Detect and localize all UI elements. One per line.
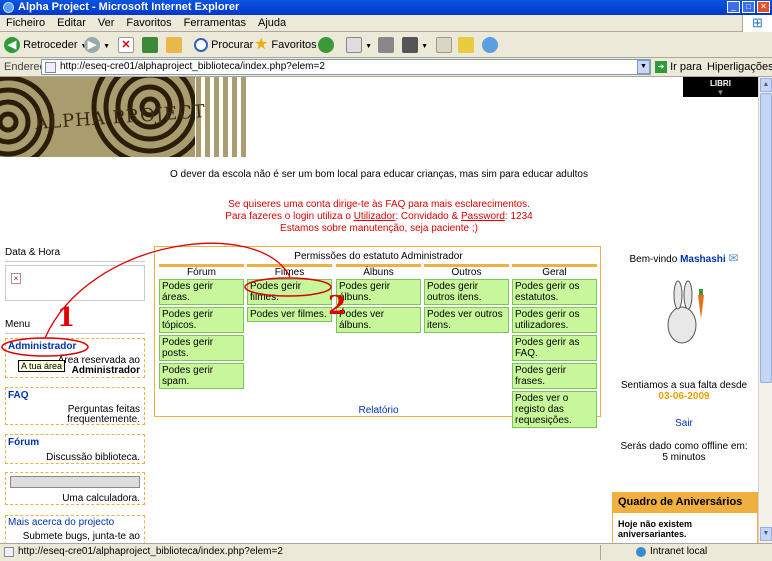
star-icon: ★	[254, 36, 269, 54]
user-panel: Bem-vindo Mashashi ✉ Sentiamos a sua fal…	[610, 246, 758, 463]
minimize-icon[interactable]: _	[727, 1, 740, 13]
links-label[interactable]: Hiperligações	[707, 61, 772, 73]
history-button[interactable]	[318, 36, 334, 54]
go-button[interactable]: ➔ Ir para	[655, 61, 702, 74]
menu-tools[interactable]: Ferramentas	[178, 15, 252, 29]
refresh-button[interactable]	[142, 36, 158, 54]
scroll-up-icon[interactable]: ▲	[760, 78, 772, 92]
welcome-text: Bem-vindo	[629, 254, 681, 265]
menu-view[interactable]: Ver	[92, 15, 121, 29]
messenger-icon	[482, 37, 498, 54]
birthday-panel: Quadro de Aniversários Hoje não existem …	[612, 492, 758, 543]
discuss-button[interactable]	[436, 36, 452, 54]
rabbit-avatar	[654, 275, 714, 355]
back-arrow-icon: ◀	[4, 37, 20, 54]
research-button[interactable]	[458, 36, 474, 54]
window-title: Alpha Project - Microsoft Internet Explo…	[18, 1, 240, 13]
search-icon	[194, 38, 208, 53]
status-url: http://eseq-cre01/alphaproject_bibliotec…	[18, 546, 283, 557]
annotation-number-2: 2	[328, 291, 347, 321]
stop-button[interactable]: ✕	[118, 36, 134, 54]
forward-button[interactable]: ▶ ▼	[84, 36, 110, 54]
edit-icon	[402, 37, 418, 54]
menu-file[interactable]: Ficheiro	[0, 15, 51, 29]
research-icon	[458, 37, 474, 54]
mail-icon	[346, 37, 362, 54]
menu-help[interactable]: Ajuda	[252, 15, 292, 29]
scroll-thumb[interactable]	[760, 93, 772, 383]
history-icon	[318, 37, 334, 54]
last-seen-text: Sentiamos a sua falta desde	[620, 380, 748, 391]
windows-logo-icon: ⊞	[742, 15, 772, 32]
go-arrow-icon: ➔	[655, 61, 667, 74]
intranet-icon	[636, 547, 646, 557]
forward-arrow-icon: ▶	[84, 37, 100, 54]
menu-edit[interactable]: Editar	[51, 15, 92, 29]
offline-time: 5 minutos	[662, 452, 706, 463]
divider	[600, 545, 601, 560]
highlight-circle-admin	[1, 337, 89, 357]
highlight-circle-movies	[244, 277, 332, 297]
page-content: ALPHA PROJECT LIBRI ▼ O dever da escola n…	[0, 77, 758, 543]
maximize-icon[interactable]: □	[742, 1, 755, 13]
search-button[interactable]: Procurar	[194, 36, 253, 54]
ie-icon	[3, 2, 14, 13]
discuss-icon	[436, 37, 452, 54]
edit-button[interactable]: ▼	[402, 36, 428, 54]
birthday-text: Hoje não existem aniversariantes.	[618, 519, 693, 539]
home-icon	[166, 37, 182, 54]
back-button[interactable]: ◀ Retroceder ▼	[4, 36, 87, 54]
home-button[interactable]	[166, 36, 182, 54]
logout-link[interactable]: Sair	[610, 418, 758, 429]
zone-label: Intranet local	[650, 546, 708, 557]
print-icon	[378, 37, 394, 54]
annotation-number-1: 1	[57, 303, 76, 333]
menu-bar: Ficheiro Editar Ver Favoritos Ferramentas Aju…	[0, 15, 772, 32]
offline-text: Serás dado como offline em:	[620, 441, 748, 452]
last-seen-date: 03-06-2009	[658, 391, 710, 402]
mail-icon[interactable]: ✉	[728, 251, 738, 265]
status-bar: http://eseq-cre01/alphaproject_bibliotec…	[0, 543, 772, 561]
scroll-down-icon[interactable]: ▼	[760, 527, 772, 541]
page-icon	[45, 62, 56, 73]
window-controls: _ □ ✕	[727, 1, 770, 13]
toolbar: ◀ Retroceder ▼ ▶ ▼ ✕ Procurar ★ Favorito…	[0, 32, 772, 58]
birthday-title: Quadro de Aniversários	[613, 493, 757, 513]
page-icon	[4, 547, 14, 557]
address-dropdown-icon[interactable]: ▼	[637, 60, 650, 74]
address-bar: Endereço http://eseq-cre01/alphaproject_…	[0, 58, 772, 77]
print-button[interactable]	[378, 36, 394, 54]
username[interactable]: Mashashi	[680, 254, 726, 265]
refresh-icon	[142, 37, 158, 54]
stop-icon: ✕	[118, 37, 134, 54]
annotation-arrow	[44, 242, 291, 339]
mail-button[interactable]: ▼	[346, 36, 372, 54]
favorites-button[interactable]: ★ Favoritos	[254, 36, 317, 54]
vertical-scrollbar[interactable]: ▲ ▼	[758, 77, 772, 543]
messenger-button[interactable]	[482, 36, 498, 54]
close-icon[interactable]: ✕	[757, 1, 770, 13]
menu-favorites[interactable]: Favoritos	[120, 15, 177, 29]
title-bar: Alpha Project - Microsoft Internet Explo…	[0, 0, 772, 15]
address-input[interactable]: http://eseq-cre01/alphaproject_bibliotec…	[41, 59, 651, 75]
